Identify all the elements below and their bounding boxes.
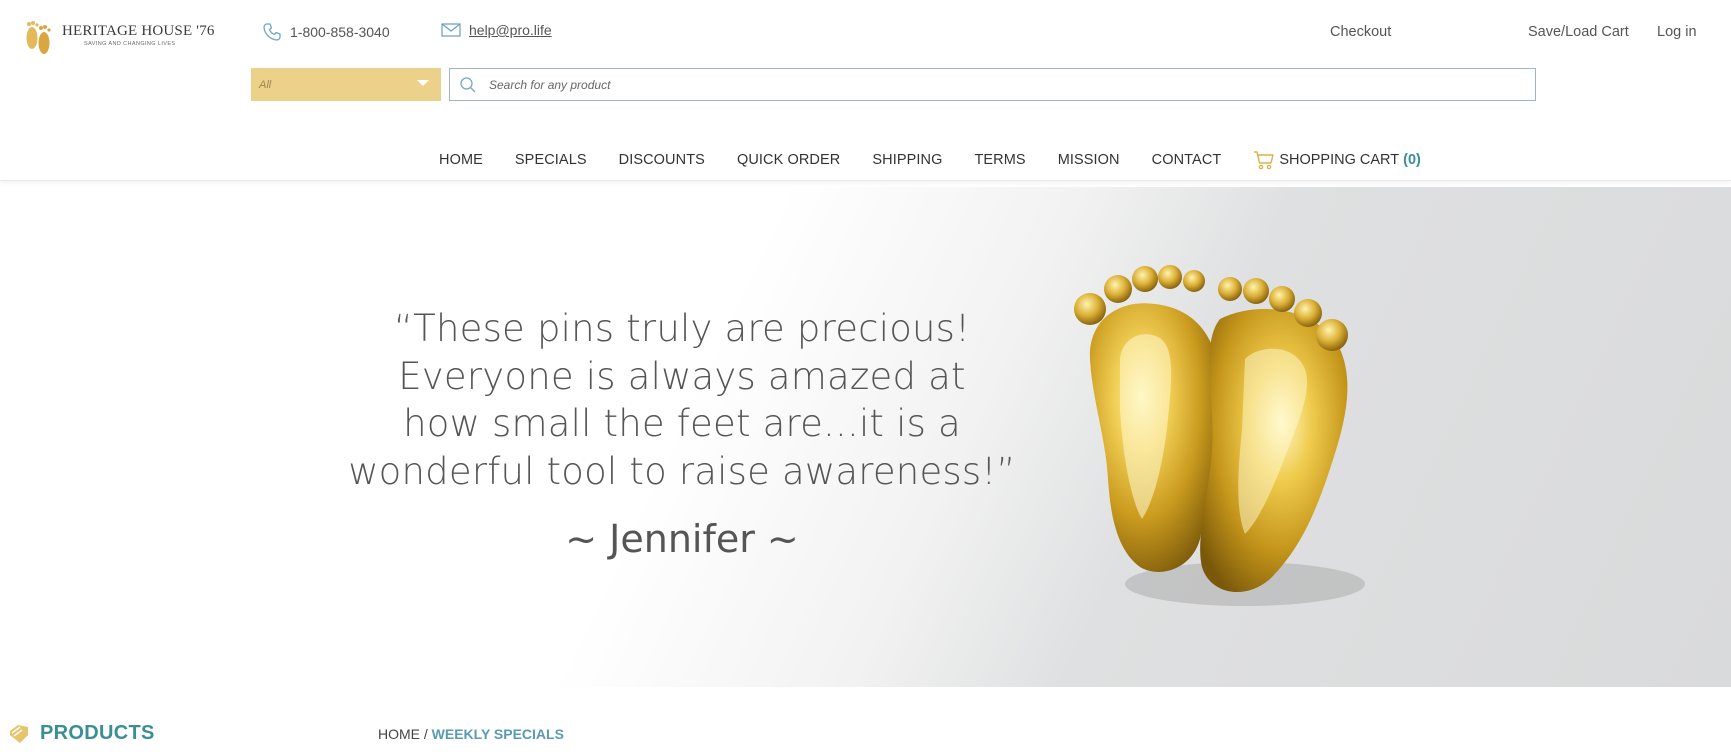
search-input[interactable] xyxy=(489,77,1535,92)
login-link[interactable]: Log in xyxy=(1657,24,1697,40)
testimonial-attribution: ~ Jennifer ~ xyxy=(565,517,799,561)
main-nav: HOME SPECIALS DISCOUNTS QUICK ORDER SHIP… xyxy=(0,140,1731,181)
baby-feet-logo-icon xyxy=(26,21,51,54)
breadcrumb-home[interactable]: HOME xyxy=(378,726,420,742)
breadcrumb-current: WEEKLY SPECIALS xyxy=(431,726,564,742)
nav-item-specials[interactable]: SPECIALS xyxy=(515,152,587,168)
phone-contact[interactable]: 1-800-858-3040 xyxy=(262,22,390,42)
email-contact[interactable]: help@pro.life xyxy=(441,22,552,38)
nav-item-home[interactable]: HOME xyxy=(439,152,483,168)
email-link[interactable]: help@pro.life xyxy=(469,22,552,38)
category-select[interactable]: All xyxy=(251,68,441,101)
nav-item-mission[interactable]: MISSION xyxy=(1058,152,1120,168)
logo-text: HERITAGE HOUSE '76 SAVING AND CHANGING L… xyxy=(62,24,215,48)
site-logo[interactable]: HERITAGE HOUSE '76 SAVING AND CHANGING L… xyxy=(20,16,220,56)
nav-item-discounts[interactable]: DISCOUNTS xyxy=(619,152,705,168)
search-bar[interactable] xyxy=(449,68,1536,101)
cart-icon xyxy=(1254,151,1275,170)
quote-line: “These pins truly are precious! xyxy=(393,307,971,350)
precious-feet-pin-image xyxy=(1074,265,1365,606)
products-heading: PRODUCTS xyxy=(8,722,155,745)
quote-line: how small the feet are...it is a xyxy=(403,402,961,445)
category-select-value: All xyxy=(259,78,272,91)
envelope-icon xyxy=(441,23,461,37)
breadcrumb-separator: / xyxy=(420,726,432,742)
products-title: PRODUCTS xyxy=(40,722,155,744)
quote-line: Everyone is always amazed at xyxy=(398,354,966,398)
cart-label: SHOPPING CART xyxy=(1279,152,1400,168)
breadcrumb: HOME / WEEKLY SPECIALS xyxy=(378,726,564,742)
logo-name: HERITAGE HOUSE '76 xyxy=(62,23,215,40)
logo-tagline: SAVING AND CHANGING LIVES xyxy=(84,41,176,48)
hero-banner[interactable]: “These pins truly are precious! Everyone… xyxy=(0,187,1731,687)
cart-count: (0) xyxy=(1403,152,1421,168)
nav-item-shipping[interactable]: SHIPPING xyxy=(872,152,942,168)
caret-down-icon xyxy=(417,80,429,86)
nav-item-shopping-cart[interactable]: SHOPPING CART (0) xyxy=(1253,150,1421,170)
tag-icon xyxy=(10,724,28,743)
phone-number: 1-800-858-3040 xyxy=(290,24,390,40)
search-icon[interactable] xyxy=(459,76,477,94)
nav-items: HOME SPECIALS DISCOUNTS QUICK ORDER SHIP… xyxy=(439,150,1421,170)
testimonial-quote: “These pins truly are precious! Everyone… xyxy=(340,305,1024,495)
phone-icon xyxy=(263,23,281,41)
quote-line: wonderful tool to raise awareness!” xyxy=(348,449,1016,493)
save-load-cart-link[interactable]: Save/Load Cart xyxy=(1528,24,1629,40)
checkout-link[interactable]: Checkout xyxy=(1330,24,1391,40)
nav-item-terms[interactable]: TERMS xyxy=(974,152,1025,168)
nav-item-quick-order[interactable]: QUICK ORDER xyxy=(737,152,840,168)
nav-item-contact[interactable]: CONTACT xyxy=(1152,152,1222,168)
